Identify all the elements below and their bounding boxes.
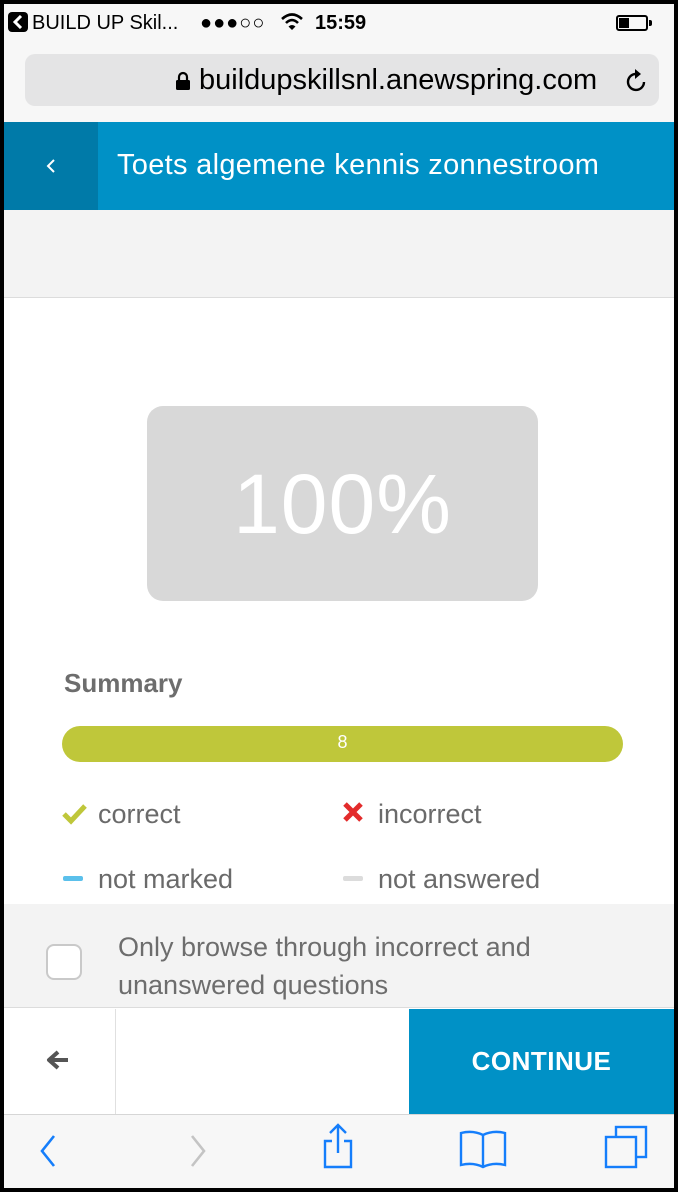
summary-progress-bar: 8 <box>62 726 623 762</box>
filter-checkbox[interactable] <box>46 944 82 980</box>
signal-strength: ●●●○○ <box>200 12 266 34</box>
url-text[interactable]: buildupskillsnl.anewspring.com <box>199 64 597 97</box>
legend-not-answered-label: not answered <box>378 864 541 894</box>
filter-option: Only browse through incorrect and unansw… <box>4 904 674 1008</box>
browser-forward-icon[interactable] <box>188 1133 208 1174</box>
phone-screen: BUILD UP Skil... ●●●○○ 15:59 buildupskil… <box>4 4 674 1188</box>
status-bar: BUILD UP Skil... ●●●○○ 15:59 <box>4 4 674 44</box>
filter-label[interactable]: Only browse through incorrect and unansw… <box>118 928 618 1004</box>
lock-icon <box>175 71 191 96</box>
dash-icon <box>342 864 364 895</box>
cross-icon <box>342 799 364 830</box>
correct-count: 8 <box>337 732 348 752</box>
legend-not-marked-label: not marked <box>98 864 234 894</box>
chevron-left-icon <box>46 159 55 173</box>
browser-toolbar <box>4 1114 674 1188</box>
continue-button[interactable]: CONTINUE <box>409 1009 674 1114</box>
dash-icon <box>62 864 84 895</box>
arrow-left-icon <box>47 1050 68 1070</box>
tabs-icon[interactable] <box>604 1125 648 1174</box>
app-header: Toets algemene kennis zonnestroom <box>4 122 674 210</box>
legend-incorrect-label: incorrect <box>378 799 482 829</box>
book-icon[interactable] <box>458 1129 508 1174</box>
page-title: Toets algemene kennis zonnestroom <box>117 149 600 181</box>
address-bar[interactable]: buildupskillsnl.anewspring.com <box>25 54 659 106</box>
battery-icon <box>616 15 652 31</box>
previous-button[interactable] <box>4 1009 116 1114</box>
wifi-icon <box>280 12 304 38</box>
reload-icon[interactable] <box>625 66 649 99</box>
clock: 15:59 <box>315 12 367 34</box>
legend-correct-label: correct <box>98 799 181 829</box>
score-value: 100% <box>233 457 452 551</box>
back-to-app-icon[interactable] <box>8 12 28 32</box>
share-icon[interactable] <box>322 1123 354 1176</box>
browser-back-icon[interactable] <box>38 1133 58 1174</box>
bottom-nav: CONTINUE <box>4 1009 674 1114</box>
continue-label: CONTINUE <box>471 1046 612 1076</box>
header-spacer <box>4 210 674 298</box>
score-card: 100% <box>147 406 538 601</box>
check-icon <box>62 799 88 832</box>
summary-heading: Summary <box>64 668 183 698</box>
browser-address-area: buildupskillsnl.anewspring.com <box>4 44 674 122</box>
back-to-app-label[interactable]: BUILD UP Skil... <box>32 12 178 35</box>
header-back-button[interactable] <box>4 122 98 210</box>
